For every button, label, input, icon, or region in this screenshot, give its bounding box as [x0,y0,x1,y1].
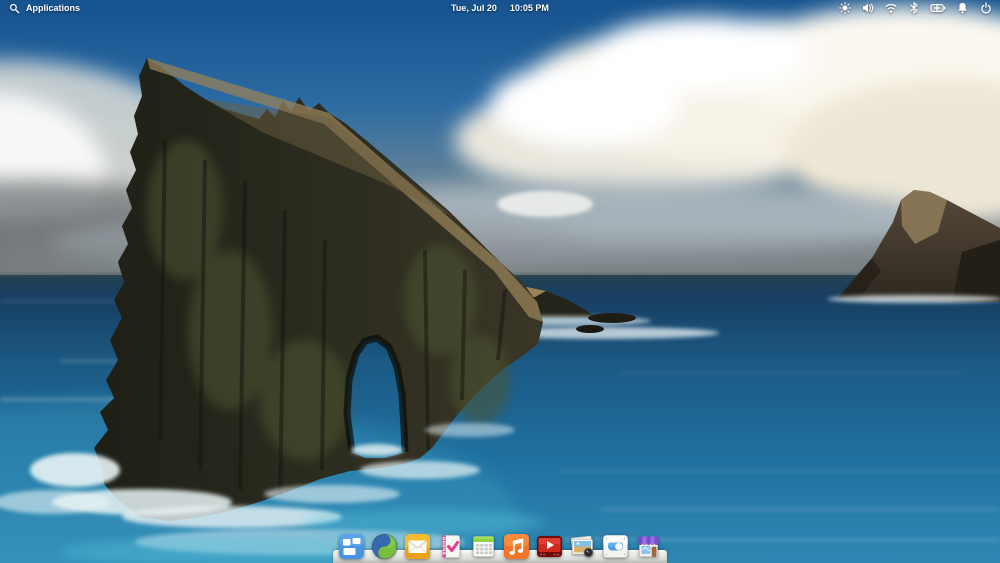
datetime-button[interactable]: Tue, Jul 20 10:05 PM [451,0,549,16]
multitasking-view-icon[interactable] [338,533,365,560]
music-icon[interactable] [503,533,530,560]
applications-label: Applications [26,3,80,13]
panel-time: 10:05 PM [510,3,549,13]
notifications-bell-icon[interactable] [956,2,969,15]
dock [0,521,1000,563]
photos-icon[interactable] [569,533,596,560]
indicator-area [838,0,1000,16]
panel-date: Tue, Jul 20 [451,3,497,13]
appcenter-icon[interactable] [635,533,662,560]
search-icon [8,2,21,15]
battery-charging-icon[interactable] [930,2,946,15]
applications-menu-button[interactable]: Applications [0,2,80,15]
mail-icon[interactable] [404,533,431,560]
night-light-icon[interactable] [838,2,851,15]
top-panel: Applications Tue, Jul 20 10:05 PM [0,0,1000,16]
wallpaper-image [0,0,1000,563]
web-browser-icon[interactable] [371,533,398,560]
bluetooth-icon[interactable] [907,2,920,15]
system-settings-icon[interactable] [602,533,629,560]
session-power-icon[interactable] [979,2,992,15]
wifi-icon[interactable] [884,2,897,15]
dock-icons [338,533,662,560]
videos-icon[interactable] [536,533,563,560]
calendar-icon[interactable] [470,533,497,560]
desktop: Applications Tue, Jul 20 10:05 PM [0,0,1000,563]
tasks-icon[interactable] [437,533,464,560]
sound-icon[interactable] [861,2,874,15]
